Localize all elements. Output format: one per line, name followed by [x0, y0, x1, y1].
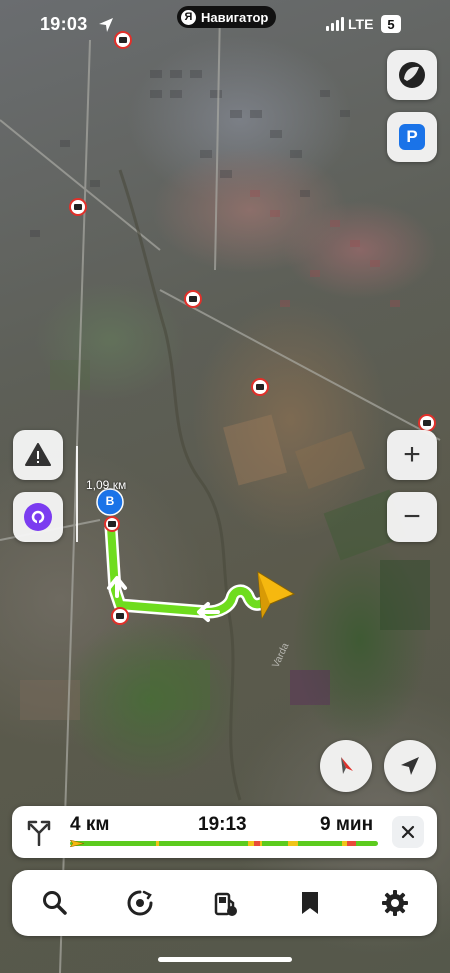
distance-to-maneuver: 1,09 км — [86, 478, 127, 492]
route-panel[interactable]: 4 км 19:13 9 мин — [12, 806, 437, 858]
route-line — [104, 520, 269, 622]
speed-camera-icon[interactable] — [418, 414, 436, 432]
map-layers-button[interactable] — [387, 50, 437, 100]
bookmark-icon — [301, 892, 318, 914]
close-icon — [401, 825, 415, 839]
gas-station-icon — [214, 892, 237, 916]
route-distance: 4 км — [70, 814, 110, 835]
speed-camera-icon[interactable] — [184, 290, 202, 308]
alice-assistant-icon — [24, 503, 52, 531]
distance-scale-bar — [76, 446, 78, 542]
app-name: Навигатор — [201, 9, 269, 25]
route-fork-icon[interactable] — [26, 818, 52, 846]
music-button[interactable] — [112, 875, 168, 931]
speed-camera-icon[interactable] — [251, 378, 269, 396]
alice-assistant-button[interactable] — [13, 492, 63, 542]
my-location-button[interactable] — [384, 740, 436, 792]
music-player-icon — [127, 890, 152, 916]
home-indicator[interactable] — [158, 957, 292, 962]
speed-camera-icon[interactable] — [114, 31, 132, 49]
parking-button[interactable]: P — [387, 112, 437, 162]
speed-camera-icon[interactable] — [69, 198, 87, 216]
report-incident-button[interactable] — [13, 430, 63, 480]
status-time: 19:03 — [40, 14, 88, 34]
plus-icon: + — [403, 438, 421, 471]
navigation-arrow-icon — [257, 571, 296, 620]
settings-button[interactable] — [367, 875, 423, 931]
my-location-arrow-icon — [401, 757, 419, 775]
signal-strength-icon — [326, 17, 344, 31]
speed-camera-icon[interactable] — [111, 607, 129, 625]
traffic-progress-bar — [70, 840, 378, 847]
zoom-in-button[interactable]: + — [387, 430, 437, 480]
search-icon — [42, 891, 67, 915]
gas-stations-button[interactable] — [197, 875, 253, 931]
compass-icon — [341, 757, 353, 774]
yandex-logo-icon: Я — [181, 9, 196, 25]
bookmarks-button[interactable] — [282, 875, 338, 931]
location-services-icon — [99, 18, 113, 32]
speed-camera-icon[interactable] — [104, 516, 120, 532]
minus-icon: − — [403, 500, 421, 533]
zoom-out-button[interactable]: − — [387, 492, 437, 542]
map-layers-icon — [399, 62, 425, 88]
close-route-button[interactable] — [392, 816, 424, 848]
gear-icon — [381, 890, 408, 916]
arrival-time: 19:13 — [198, 814, 247, 835]
parking-icon: P — [399, 124, 425, 150]
compass-button[interactable] — [320, 740, 372, 792]
app-indicator-pill[interactable]: Я Навигатор — [177, 6, 277, 28]
network-type: LTE — [348, 16, 374, 32]
search-button[interactable] — [27, 875, 83, 931]
route-duration: 9 мин — [320, 814, 374, 835]
destination-marker-label: B — [105, 494, 115, 508]
bottom-toolbar — [12, 870, 437, 936]
battery-icon: 5 — [381, 15, 401, 33]
warning-triangle-icon — [25, 443, 51, 466]
